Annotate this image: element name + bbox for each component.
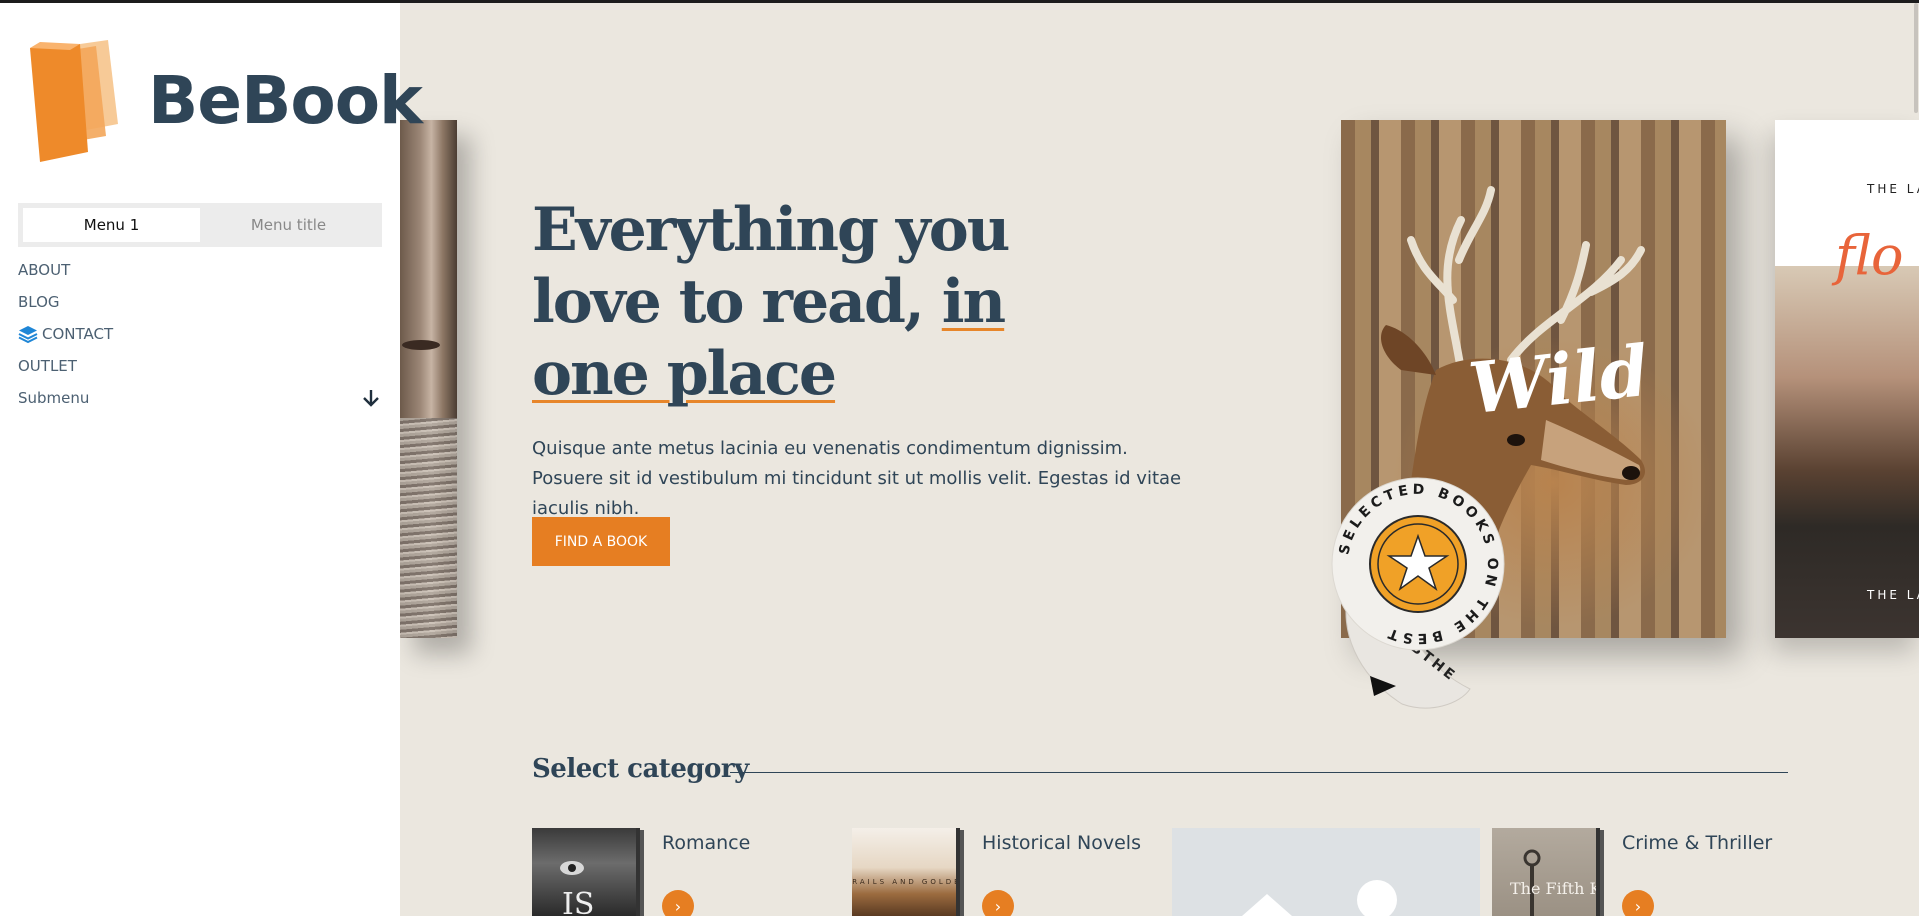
book-cover-detail	[402, 340, 440, 350]
scrollbar-thumb[interactable]	[1914, 3, 1918, 113]
category-heading: Select category	[532, 754, 749, 784]
hero-title-line-3: one place	[532, 339, 837, 409]
hero-title-text: love to read,	[532, 267, 942, 337]
image-placeholder	[1172, 828, 1480, 916]
nav-item-label: BLOG	[18, 293, 60, 311]
sidebar-nav: ABOUT BLOG CONTACT OUTLET Submenu	[18, 254, 382, 414]
nav-item-outlet[interactable]: OUTLET	[18, 350, 382, 382]
nav-item-contact[interactable]: CONTACT	[18, 318, 382, 350]
hero-title-highlight: in	[941, 267, 1006, 337]
brand-name[interactable]: BeBook	[148, 62, 423, 139]
category-card-crime-thriller[interactable]: The Fifth Key Crime & Thriller ›	[1492, 828, 1792, 916]
arrow-down-icon[interactable]	[360, 387, 382, 409]
book-cover-text-top: THE LA	[1867, 182, 1919, 196]
nav-item-blog[interactable]: BLOG	[18, 286, 382, 318]
menu-tabs: Menu 1 Menu title	[18, 203, 382, 247]
category-name[interactable]: Historical Novels	[982, 832, 1141, 854]
category-divider	[730, 772, 1788, 773]
top-border	[0, 0, 1919, 3]
nav-item-label: ABOUT	[18, 261, 71, 279]
chevron-right-icon[interactable]: ›	[662, 890, 694, 916]
category-thumbnail: DESERT TRAILS AND GOLDEN OASES	[794, 828, 1011, 916]
carousel-book-right[interactable]: THE LA flo THE LA	[1775, 120, 1919, 638]
carousel-book-left[interactable]	[400, 120, 457, 638]
category-thumbnail: The Fifth Key	[1492, 828, 1620, 916]
chevron-right-icon[interactable]: ›	[982, 890, 1014, 916]
category-card-historical-novels[interactable]: DESERT TRAILS AND GOLDEN OASES Historica…	[794, 828, 1152, 916]
category-thumbnail: IS	[532, 828, 636, 916]
logo-icon[interactable]	[26, 40, 121, 165]
find-a-book-button[interactable]: FIND A BOOK	[532, 517, 670, 566]
badge-sticker: BTHE SELECTED BOOKS ON THE BEST	[1310, 464, 1506, 714]
nav-item-submenu[interactable]: Submenu	[18, 382, 382, 414]
sidebar: BeBook Menu 1 Menu title ABOUT BLOG CONT…	[0, 0, 423, 916]
book-cover-script: flo	[1835, 224, 1904, 287]
nav-item-label: CONTACT	[42, 325, 114, 343]
category-name[interactable]: Crime & Thriller	[1622, 832, 1772, 854]
hero-description: Quisque ante metus lacinia eu venenatis …	[532, 438, 1182, 519]
nav-item-about[interactable]: ABOUT	[18, 254, 382, 286]
book-cover-text-bottom: THE LA	[1867, 588, 1919, 602]
tab-menu-1[interactable]: Menu 1	[23, 208, 200, 242]
thumbnail-title: The Fifth Key	[1510, 879, 1596, 898]
book-cover-photo	[1775, 266, 1919, 638]
category-name[interactable]: Romance	[662, 832, 750, 854]
book-cover-detail	[400, 418, 457, 638]
category-card-romance[interactable]: IS Romance ›	[532, 828, 772, 916]
chevron-right-icon[interactable]: ›	[1622, 890, 1654, 916]
hero-title-line-2: love to read, in	[532, 266, 1052, 338]
nav-item-label: OUTLET	[18, 357, 77, 375]
tab-menu-title[interactable]: Menu title	[200, 208, 377, 242]
hero-title: Everything you love to read, in one plac…	[532, 194, 1052, 410]
nav-item-label: Submenu	[18, 389, 90, 407]
hero-title-line-1: Everything you	[532, 195, 1010, 265]
scrollbar[interactable]	[1913, 3, 1919, 916]
layers-icon	[18, 324, 38, 344]
thumbnail-title: DESERT TRAILS AND GOLDEN OASES	[852, 878, 956, 886]
thumbnail-title: IS	[562, 887, 594, 916]
